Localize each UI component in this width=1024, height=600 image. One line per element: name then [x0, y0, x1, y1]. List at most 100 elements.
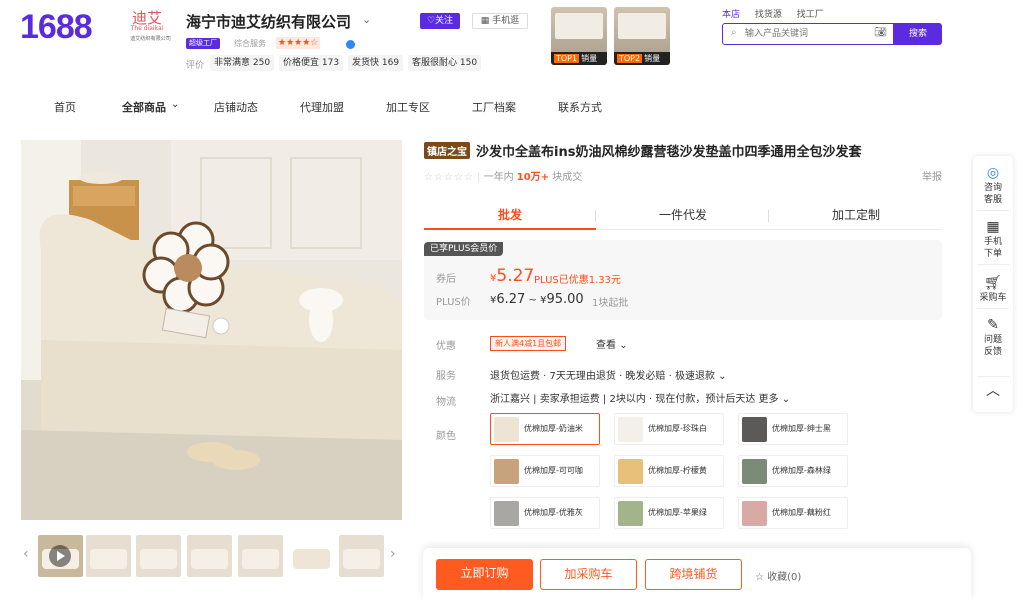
shop-avatar-text: 迪艾	[131, 9, 162, 27]
product-thumbnail	[555, 13, 603, 39]
sku-option[interactable]: 优棉加厚-优雅灰	[490, 497, 600, 529]
nav-home[interactable]: 首页	[54, 99, 76, 115]
tab-wholesale[interactable]: 批发	[424, 202, 596, 230]
sidebar-item-feedback[interactable]: ✎ 问题 反馈	[973, 316, 1013, 358]
bottom-action-bar: 立即订购 加采购车 跨境铺货 ☆ 收藏(0)	[423, 548, 971, 600]
rank-label: 销量	[644, 54, 661, 63]
sku-option[interactable]: 优棉加厚-绅士黑	[738, 413, 848, 445]
image-thumbnail[interactable]	[238, 535, 283, 577]
sku-name: 优棉加厚-奶油米	[524, 424, 583, 433]
product-thumbnail	[618, 13, 666, 39]
thumbnail-image	[191, 549, 228, 569]
sku-option[interactable]: 优棉加厚-柠檬黄	[614, 455, 724, 487]
main-product-image[interactable]	[21, 140, 402, 520]
tab-custom[interactable]: 加工定制	[770, 202, 942, 230]
chevron-down-icon: ⌄	[718, 371, 727, 382]
sku-swatch	[618, 501, 643, 526]
promo-more[interactable]: 查看 ⌄	[596, 336, 628, 351]
tab-this-shop[interactable]: 本店	[722, 10, 740, 20]
shop-treasure-tag: 镇店之宝	[424, 142, 470, 159]
chevron-left-icon[interactable]: ‹	[23, 546, 29, 562]
sku-option[interactable]: 优棉加厚-森林绿	[738, 455, 848, 487]
tab-label: 加工定制	[831, 208, 880, 222]
thumbnail-image	[90, 549, 127, 569]
sku-option[interactable]: 优棉加厚-苹果绿	[614, 497, 724, 529]
chevron-down-icon: ⌄	[781, 394, 791, 405]
coupon-label: 券后	[436, 274, 456, 285]
logistics-value[interactable]: 浙江嘉兴 | 卖家承担运费 | 2块以内 · 现在付款，预计后天达 更多 ⌄	[490, 390, 790, 405]
top-header: 1688 迪艾 The diaikai 迪艾纺织有限公司 海宁市迪艾纺织有限公司…	[0, 0, 1024, 80]
sidebar-item-mobile-order[interactable]: ▦ 手机 下单	[973, 218, 1013, 260]
tab-find-source[interactable]: 找货源	[755, 10, 782, 20]
site-logo[interactable]: 1688	[20, 8, 93, 47]
sku-name: 优棉加厚-苹果绿	[648, 508, 707, 517]
service-label: 综合服务	[234, 39, 266, 48]
sku-option[interactable]: 优棉加厚-珍珠白	[614, 413, 724, 445]
cart-icon: 🛒︎	[984, 275, 1002, 291]
thumbnail-image	[242, 549, 279, 569]
sku-swatch	[494, 417, 519, 442]
nav-factory-profile[interactable]: 工厂档案	[472, 99, 516, 115]
image-thumbnail[interactable]	[136, 535, 181, 577]
tab-find-factory[interactable]: 找工厂	[797, 10, 824, 20]
sku-option[interactable]: 优棉加厚-可可咖	[490, 455, 600, 487]
sku-option[interactable]: 优棉加厚-奶油米	[490, 413, 600, 445]
eval-label: 评价	[186, 61, 205, 71]
chevron-down-icon[interactable]: ⌄	[362, 13, 371, 26]
mobile-browse-button[interactable]: ▦ 手机逛	[472, 13, 528, 29]
image-thumbnail[interactable]	[289, 535, 334, 577]
plus-price-label: PLUS价	[436, 297, 471, 308]
sales-prefix: 一年内	[483, 172, 514, 183]
follow-button[interactable]: ♡关注	[420, 13, 460, 29]
top-product-2[interactable]: TOP2 销量	[614, 7, 670, 65]
chat-icon: ◎	[986, 165, 1000, 181]
image-thumbnail[interactable]	[86, 535, 131, 577]
nav-all-products[interactable]: 全部商品	[122, 99, 166, 115]
info-icon[interactable]	[346, 40, 355, 49]
edit-icon: ✎	[987, 317, 999, 333]
eval-tag: 发货快 169	[348, 55, 404, 71]
sku-swatch	[494, 501, 519, 526]
product-title-text: 沙发巾全盖布ins奶油风棉纱露营毯沙发垫盖巾四季通用全包沙发套	[476, 145, 862, 160]
product-rating-row: ☆☆☆☆☆ | 一年内 10万+ 块成交	[424, 172, 583, 183]
nav-contact[interactable]: 联系方式	[558, 99, 602, 115]
plus-member-badge: 已享PLUS会员价	[424, 242, 504, 256]
buy-now-button[interactable]: 立即订购	[436, 559, 533, 590]
chevron-right-icon[interactable]: ›	[390, 546, 396, 562]
favorite-button[interactable]: ☆ 收藏(0)	[755, 568, 801, 583]
camera-icon[interactable]: 📷︎	[874, 27, 887, 38]
sidebar-item-cart[interactable]: 🛒︎ 采购车	[973, 274, 1013, 304]
chevron-down-icon[interactable]: ⌄	[171, 99, 179, 110]
sku-option[interactable]: 优棉加厚-藕粉红	[738, 497, 848, 529]
sku-name: 优棉加厚-森林绿	[772, 466, 831, 475]
logistics-label: 物流	[436, 397, 456, 408]
shop-name[interactable]: 海宁市迪艾纺织有限公司	[186, 11, 351, 32]
top-product-1[interactable]: TOP1 销量	[551, 7, 607, 65]
tab-dropship[interactable]: 一件代发	[597, 202, 769, 230]
nav-shop-news[interactable]: 店铺动态	[214, 99, 258, 115]
add-to-cart-button[interactable]: 加采购车	[540, 559, 637, 590]
eval-tag: 客服很耐心 150	[408, 55, 482, 71]
back-to-top-button[interactable]: ︿	[973, 382, 1013, 400]
video-thumbnail[interactable]	[38, 535, 83, 577]
cross-border-button[interactable]: 跨境铺货	[645, 559, 742, 590]
rank-badge: TOP1	[554, 54, 580, 63]
sidebar-item-consult[interactable]: ◎ 咨询 客服	[973, 164, 1013, 206]
tab-label: 一件代发	[658, 208, 707, 222]
search-button[interactable]: 搜索	[894, 23, 942, 45]
sofa-photo	[21, 140, 402, 520]
nav-processing[interactable]: 加工专区	[386, 99, 430, 115]
search-input[interactable]	[745, 27, 865, 41]
image-thumbnail[interactable]	[339, 535, 384, 577]
image-thumbnail[interactable]	[187, 535, 232, 577]
shop-avatar-caption: 迪艾纺织有限公司	[130, 35, 171, 42]
rating-stars: ☆☆☆☆☆	[424, 172, 474, 183]
service-row-value[interactable]: 退货包运费 · 7天无理由退货 · 晚发必赔 · 极速退款 ⌄	[490, 367, 727, 382]
nav-agency[interactable]: 代理加盟	[300, 99, 344, 115]
shop-avatar[interactable]: 迪艾 The diaikai 迪艾纺织有限公司	[124, 9, 171, 46]
report-link[interactable]: 举报	[922, 168, 942, 183]
shop-nav: 首页 全部商品 ⌄ 店铺动态 代理加盟 加工专区 工厂档案 联系方式	[0, 94, 1024, 120]
sku-swatch	[742, 459, 767, 484]
sku-swatch	[494, 459, 519, 484]
promo-tag[interactable]: 新人满4减1且包邮	[490, 336, 567, 351]
